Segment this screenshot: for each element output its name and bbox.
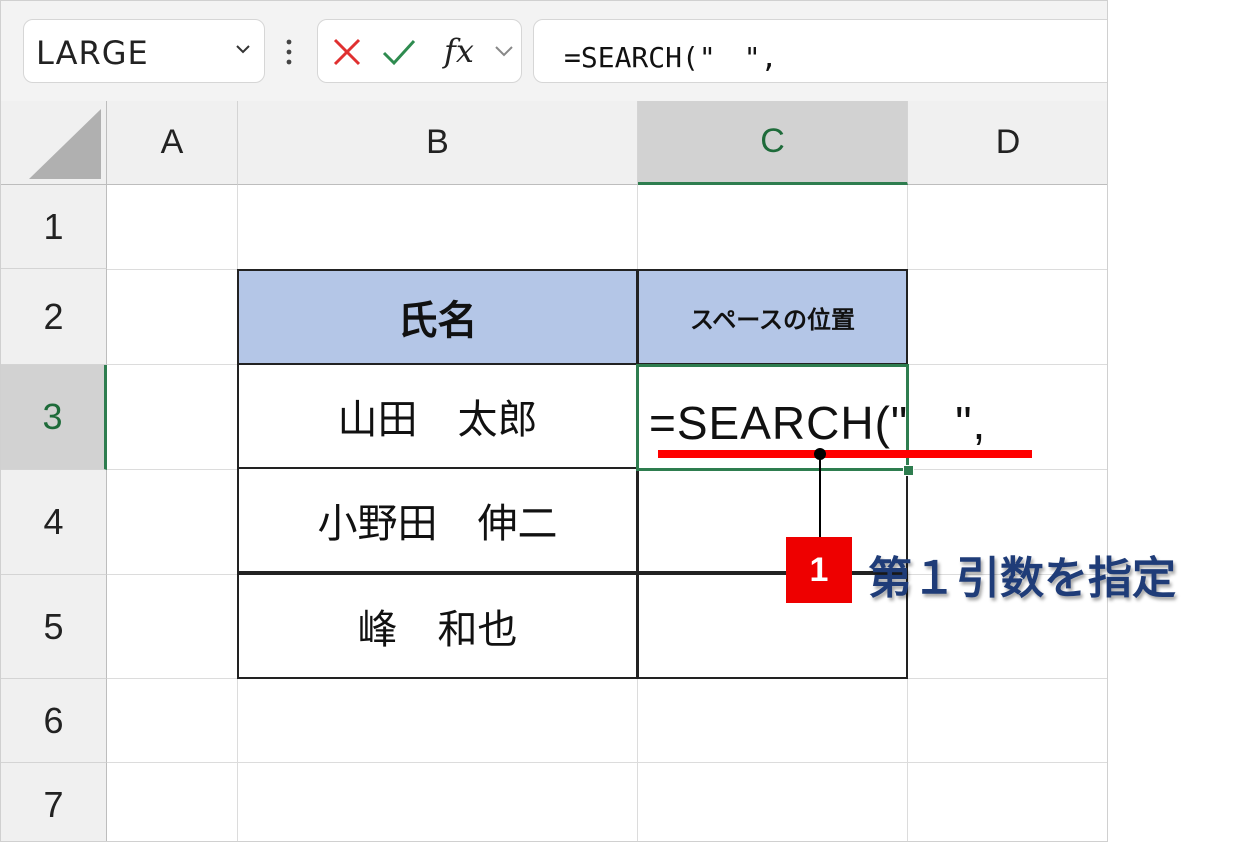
highlight-underline	[658, 450, 1032, 458]
close-icon[interactable]	[332, 37, 362, 67]
name-cell-2[interactable]: 小野田 伸二	[237, 467, 638, 573]
name-box[interactable]: LARGE	[23, 19, 265, 83]
select-all-corner[interactable]	[1, 101, 107, 185]
row-header-7[interactable]: 7	[1, 763, 107, 841]
formula-input[interactable]: =SEARCH(" ",	[533, 19, 1107, 83]
row-header-6[interactable]: 6	[1, 679, 107, 763]
select-all-icon	[29, 109, 101, 179]
fx-icon[interactable]: fx	[444, 32, 474, 70]
row-header-4[interactable]: 4	[1, 470, 107, 575]
row-header-5[interactable]: 5	[1, 575, 107, 679]
formula-text: =SEARCH(" ",	[564, 41, 778, 74]
formula-buttons: fx	[317, 19, 522, 83]
row-header-3[interactable]: 3	[1, 365, 107, 470]
chevron-down-icon[interactable]	[236, 42, 250, 56]
column-header-b[interactable]: B	[238, 101, 638, 185]
step-badge: 1	[786, 537, 852, 603]
formula-bar: LARGE fx =SEARCH(" ",	[1, 1, 1107, 101]
spreadsheet-window: LARGE fx =SEARCH(" ", A B C D 1 2 3 4 5 …	[0, 0, 1108, 842]
gridline	[107, 762, 1107, 763]
column-header-c[interactable]: C	[638, 101, 908, 185]
check-icon[interactable]	[382, 37, 416, 67]
more-options-icon[interactable]	[286, 39, 292, 65]
row-header-2[interactable]: 2	[1, 269, 107, 365]
column-header-a[interactable]: A	[107, 101, 238, 185]
column-header-d[interactable]: D	[908, 101, 1107, 185]
name-box-value: LARGE	[36, 34, 149, 72]
row-header-1[interactable]: 1	[1, 185, 107, 269]
chevron-down-icon[interactable]	[494, 44, 514, 58]
header-cell-name[interactable]: 氏名	[237, 269, 638, 365]
name-cell-3[interactable]: 峰 和也	[237, 573, 638, 679]
fill-handle[interactable]	[903, 465, 914, 476]
callout-label: 第１引数を指定	[868, 553, 1176, 604]
cell-formula-text: =SEARCH(" ",	[649, 397, 987, 449]
name-cell-1[interactable]: 山田 太郎	[237, 363, 638, 469]
header-cell-position[interactable]: スペースの位置	[637, 269, 908, 365]
callout-line	[819, 456, 821, 538]
